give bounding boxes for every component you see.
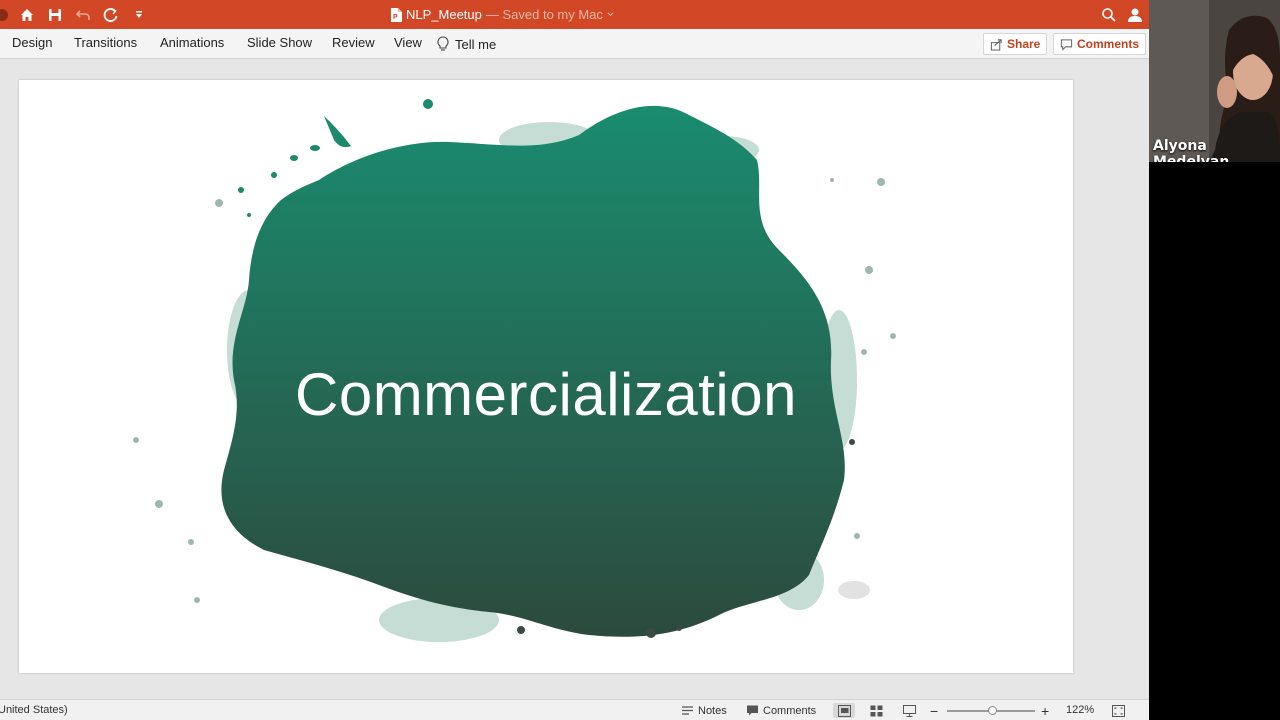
redo-icon[interactable] [100, 4, 122, 26]
document-title[interactable]: P NLP_Meetup — Saved to my Mac [390, 0, 615, 29]
document-icon: P [391, 7, 402, 22]
customize-icon[interactable] [128, 4, 150, 26]
share-label: Share [1007, 37, 1041, 51]
quick-access-toolbar [0, 0, 156, 29]
title-bar-right [1101, 0, 1143, 29]
tab-animations[interactable]: Animations [160, 29, 224, 59]
slide-editing-area: Commercialization [0, 60, 1149, 699]
tell-me-search[interactable]: Tell me [436, 29, 496, 59]
status-comments-label: Comments [763, 704, 817, 717]
title-bar: P NLP_Meetup — Saved to my Mac [0, 0, 1149, 29]
undo-icon[interactable] [72, 4, 94, 26]
slide-sorter-icon [870, 705, 882, 716]
status-comments-button[interactable]: Comments [746, 700, 816, 720]
normal-view-icon [837, 704, 851, 717]
zoom-out-button[interactable]: − [930, 700, 938, 720]
ribbon-tabs: Design Transitions Animations Slide Show… [0, 29, 1149, 59]
slide-sorter-button[interactable] [865, 703, 887, 718]
fit-slide-button[interactable] [1107, 703, 1129, 718]
window-close-dot[interactable] [0, 8, 8, 21]
share-button[interactable]: Share [983, 33, 1048, 55]
zoom-percent[interactable]: 122% [1066, 700, 1094, 720]
tab-view[interactable]: View [394, 29, 422, 59]
comment-icon [747, 705, 758, 716]
fit-to-window-icon [1111, 704, 1125, 717]
slide-canvas[interactable]: Commercialization [19, 80, 1073, 673]
notes-icon [682, 706, 693, 715]
presenter-icon [902, 704, 916, 717]
comment-icon [1060, 38, 1073, 51]
comments-label: Comments [1077, 37, 1140, 51]
status-bar: United States) Notes Comments − + 122% [0, 699, 1149, 720]
video-call-panel: Alyona Medelyan [1149, 0, 1280, 720]
tell-me-label: Tell me [455, 36, 497, 52]
tab-review[interactable]: Review [332, 29, 375, 59]
user-icon[interactable] [1127, 7, 1143, 23]
language-indicator[interactable]: United States) [0, 700, 68, 720]
search-icon[interactable] [1101, 7, 1117, 23]
saved-status: — Saved to my Mac [485, 7, 603, 22]
chevron-down-icon[interactable] [606, 10, 615, 19]
zoom-in-button[interactable]: + [1041, 700, 1049, 720]
svg-text:P: P [393, 14, 398, 21]
participant-name: Alyona Medelyan [1153, 138, 1230, 162]
zoom-slider-thumb[interactable] [988, 706, 998, 715]
slide-title[interactable]: Commercialization [219, 360, 873, 429]
comments-button[interactable]: Comments [1053, 33, 1147, 55]
lightbulb-icon [437, 36, 449, 51]
tab-slide-show[interactable]: Slide Show [247, 29, 312, 59]
notes-button[interactable]: Notes [681, 700, 727, 720]
home-icon[interactable] [16, 4, 38, 26]
share-icon [990, 38, 1002, 51]
zoom-slider[interactable] [947, 706, 1035, 715]
tab-transitions[interactable]: Transitions [74, 29, 137, 59]
participant-video[interactable]: Alyona Medelyan [1149, 0, 1280, 162]
tab-design[interactable]: Design [12, 29, 52, 59]
normal-view-button[interactable] [833, 703, 855, 718]
document-name: NLP_Meetup [406, 7, 482, 22]
reading-view-button[interactable] [898, 703, 920, 718]
save-icon[interactable] [44, 4, 66, 26]
powerpoint-window: P NLP_Meetup — Saved to my Mac Design Tr… [0, 0, 1149, 720]
notes-label: Notes [698, 704, 727, 717]
